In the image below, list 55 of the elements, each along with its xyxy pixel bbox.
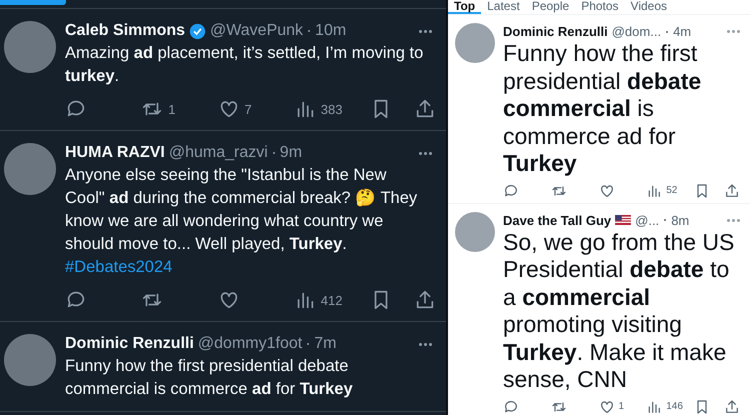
- like-button[interactable]: 7: [218, 98, 274, 120]
- reply-icon: [503, 398, 519, 414]
- search-tab[interactable]: People: [526, 0, 576, 14]
- avatar[interactable]: [4, 143, 56, 195]
- post-time[interactable]: 7m: [314, 334, 336, 354]
- share-icon: [724, 398, 740, 414]
- separator-dot: [664, 219, 666, 221]
- share-icon: [414, 98, 436, 120]
- views-button[interactable]: 52: [646, 182, 686, 198]
- post-time[interactable]: 9m: [280, 143, 302, 163]
- hashtag-link[interactable]: #Debates2024: [65, 256, 172, 279]
- share-icon: [724, 182, 740, 198]
- avatar[interactable]: [4, 21, 56, 73]
- author-name[interactable]: Dominic Renzulli: [503, 23, 608, 40]
- separator-dot: [272, 152, 275, 154]
- avatar[interactable]: [455, 212, 495, 252]
- search-tab[interactable]: Videos: [624, 0, 674, 14]
- avatar[interactable]: [455, 23, 495, 63]
- author-name[interactable]: HUMA RAZVI: [65, 143, 165, 163]
- share-button[interactable]: [414, 98, 436, 120]
- reply-icon: [503, 182, 519, 198]
- like-button[interactable]: 1: [598, 398, 638, 414]
- author-handle[interactable]: @dom...: [612, 23, 662, 40]
- author-handle[interactable]: @huma_razvi: [168, 143, 268, 163]
- search-tab[interactable]: Photos: [575, 0, 625, 14]
- share-button[interactable]: [414, 289, 436, 311]
- author-name[interactable]: Dominic Renzulli: [65, 334, 194, 354]
- post-text: Amazing ad placement, it’s settled, I’m moving to turkey.: [65, 43, 424, 87]
- author-name[interactable]: Caleb Simmons: [65, 21, 186, 41]
- separator-dot: [308, 30, 310, 32]
- share-button[interactable]: [724, 398, 740, 414]
- views-button[interactable]: 412: [294, 289, 350, 311]
- avatar[interactable]: [4, 334, 56, 386]
- heart-icon: [598, 398, 614, 414]
- separator-dot: [307, 343, 310, 345]
- author-handle[interactable]: @dommy1foot: [198, 334, 302, 354]
- post-text: Anyone else seeing the "Istanbul is the New Cool" ad during the commercial break? 🤔 They know we are all wondering what country we should move to... Well played, Turkey.: [65, 165, 418, 255]
- share-icon: [414, 289, 436, 311]
- search-tab[interactable]: Latest: [481, 0, 526, 14]
- post-text: Funny how the first presidential debate commercial is commerce ad for Turkey: [65, 356, 354, 400]
- repost-button[interactable]: 1: [141, 98, 198, 120]
- views-button[interactable]: 383: [294, 98, 350, 120]
- author-handle[interactable]: @WavePunk: [210, 21, 304, 41]
- post-text: Funny how the first presidential debate commercial is commerce ad for Turkey: [503, 40, 702, 178]
- heart-icon: [598, 182, 614, 198]
- share-button[interactable]: [724, 182, 740, 198]
- author-handle[interactable]: @...: [635, 212, 660, 228]
- post-text: So, we go from the US Presidential debate to a commercial promoting visiting Turkey. Make it make sense, CNN: [503, 228, 736, 394]
- post-time[interactable]: 10m: [315, 21, 346, 41]
- views-button[interactable]: 146: [646, 398, 686, 414]
- author-name[interactable]: Dave the Tall Guy: [503, 212, 612, 228]
- post-time[interactable]: 8m: [671, 212, 690, 228]
- separator-dot: [666, 30, 668, 32]
- post-time[interactable]: 4m: [673, 23, 692, 40]
- tab-indicator: [0, 0, 66, 5]
